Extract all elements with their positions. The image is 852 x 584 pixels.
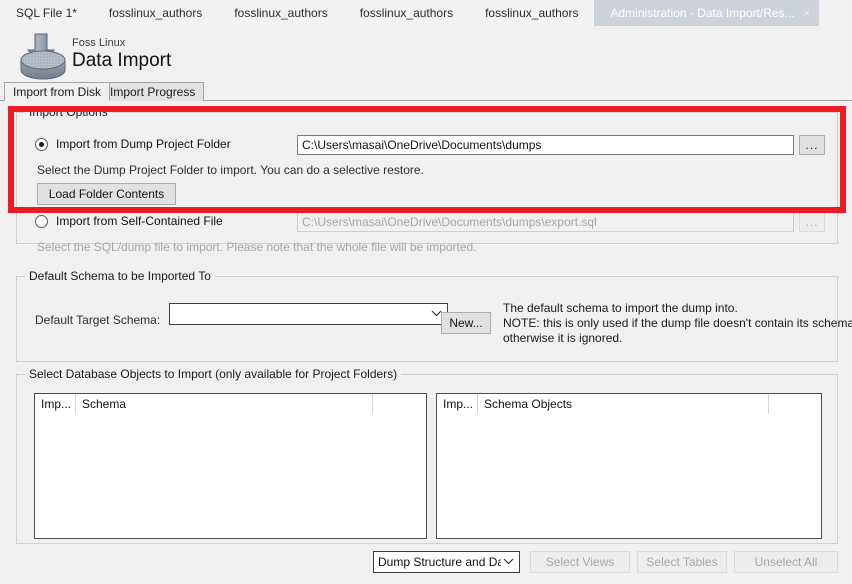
select-views-button[interactable]: Select Views [530, 551, 630, 573]
unselect-all-button-label: Unselect All [754, 555, 818, 569]
dump-folder-browse-button[interactable]: ... [799, 135, 825, 155]
default-schema-group: Default Schema to be Imported To Default… [16, 269, 852, 362]
radio-import-from-dump-project-folder[interactable]: Import from Dump Project Folder [35, 137, 231, 151]
schema-objects-list-col-objects[interactable]: Schema Objects [478, 394, 769, 414]
select-tables-button[interactable]: Select Tables [637, 551, 727, 573]
editor-tab-label: fosslinux_authors [234, 6, 328, 20]
schema-objects-list-col-filler [769, 394, 821, 414]
data-import-window: SQL File 1* fosslinux_authors fosslinux_… [0, 0, 852, 584]
dump-folder-hint: Select the Dump Project Folder to import… [37, 163, 424, 177]
load-folder-contents-button[interactable]: Load Folder Contents [37, 183, 176, 205]
schema-objects-list-col-import[interactable]: Imp... [437, 394, 478, 414]
schema-list-header: Imp... Schema [35, 394, 426, 414]
schema-list-col-import[interactable]: Imp... [35, 394, 76, 414]
page-supertitle: Foss Linux [72, 37, 126, 49]
self-contained-file-hint: Select the SQL/dump file to import. Plea… [37, 240, 477, 254]
radio-import-from-self-contained-file[interactable]: Import from Self-Contained File [35, 214, 223, 228]
default-schema-group-title: Default Schema to be Imported To [25, 269, 215, 283]
database-objects-group: Select Database Objects to Import (only … [16, 367, 838, 544]
editor-tab-fosslinux-authors-3[interactable]: fosslinux_authors [344, 0, 469, 26]
page-header: Foss Linux Data Import [0, 26, 852, 82]
browse-button-label: ... [805, 138, 819, 152]
dump-folder-path-value: C:\Users\masai\OneDrive\Documents\dumps [302, 138, 542, 152]
dump-folder-path-input[interactable]: C:\Users\masai\OneDrive\Documents\dumps [297, 135, 794, 155]
schema-list-col-schema[interactable]: Schema [76, 394, 373, 414]
load-folder-contents-label: Load Folder Contents [48, 187, 165, 201]
default-schema-note: The default schema to import the dump in… [503, 301, 852, 345]
browse-button-label: ... [805, 215, 819, 229]
data-import-disk-icon [16, 32, 70, 80]
editor-tab-administration-data-import[interactable]: Administration - Data Import/Res... × [594, 0, 819, 26]
editor-tab-fosslinux-authors-2[interactable]: fosslinux_authors [218, 0, 343, 26]
editor-tab-label: fosslinux_authors [485, 6, 579, 20]
unselect-all-button[interactable]: Unselect All [734, 551, 838, 573]
tab-import-from-disk[interactable]: Import from Disk [4, 82, 111, 101]
tab-label: Import Progress [110, 85, 196, 99]
editor-tab-fosslinux-authors-4[interactable]: fosslinux_authors [469, 0, 594, 26]
editor-tab-fosslinux-authors-1[interactable]: fosslinux_authors [93, 0, 218, 26]
editor-tab-label: fosslinux_authors [108, 6, 203, 20]
self-contained-file-path-value: C:\Users\masai\OneDrive\Documents\dumps\… [302, 215, 597, 229]
self-contained-file-path-input[interactable]: C:\Users\masai\OneDrive\Documents\dumps\… [297, 212, 794, 232]
radio-label: Import from Self-Contained File [56, 214, 223, 228]
radio-indicator[interactable] [35, 214, 48, 228]
radio-label: Import from Dump Project Folder [56, 137, 231, 151]
default-target-schema-label: Default Target Schema: [35, 313, 161, 327]
page-title: Data Import [72, 50, 172, 71]
editor-tab-strip: SQL File 1* fosslinux_authors fosslinux_… [0, 0, 852, 27]
close-icon[interactable]: × [804, 7, 811, 19]
radio-indicator[interactable] [35, 137, 48, 151]
schema-objects-list-header: Imp... Schema Objects [437, 394, 821, 414]
import-options-group-title: Import Options [25, 105, 112, 119]
editor-tab-label: SQL File 1* [16, 6, 77, 20]
schema-list-col-filler [373, 394, 426, 414]
schema-list[interactable]: Imp... Schema [34, 393, 427, 539]
import-options-group: Import Options Import from Dump Project … [16, 105, 838, 254]
inner-tab-bar: Import from Disk Import Progress [0, 82, 852, 101]
editor-tab-sql-file-1[interactable]: SQL File 1* [0, 0, 93, 26]
new-schema-button[interactable]: New... [441, 312, 491, 334]
select-tables-button-label: Select Tables [646, 555, 718, 569]
chevron-down-icon[interactable] [501, 557, 515, 568]
database-objects-group-title: Select Database Objects to Import (only … [25, 367, 402, 381]
editor-tab-label: Administration - Data Import/Res... [610, 6, 795, 20]
schema-objects-list[interactable]: Imp... Schema Objects [436, 393, 822, 539]
select-views-button-label: Select Views [545, 555, 615, 569]
default-target-schema-combo[interactable] [169, 303, 448, 325]
new-schema-button-label: New... [449, 316, 483, 330]
tab-import-progress[interactable]: Import Progress [101, 82, 205, 101]
self-contained-file-browse-button[interactable]: ... [799, 212, 825, 232]
editor-tab-label: fosslinux_authors [359, 6, 454, 20]
dump-type-combo[interactable]: Dump Structure and Dat [373, 551, 520, 573]
tab-label: Import from Disk [13, 84, 102, 99]
dump-type-value: Dump Structure and Dat [378, 555, 501, 569]
tab-strip-filler [819, 0, 852, 26]
